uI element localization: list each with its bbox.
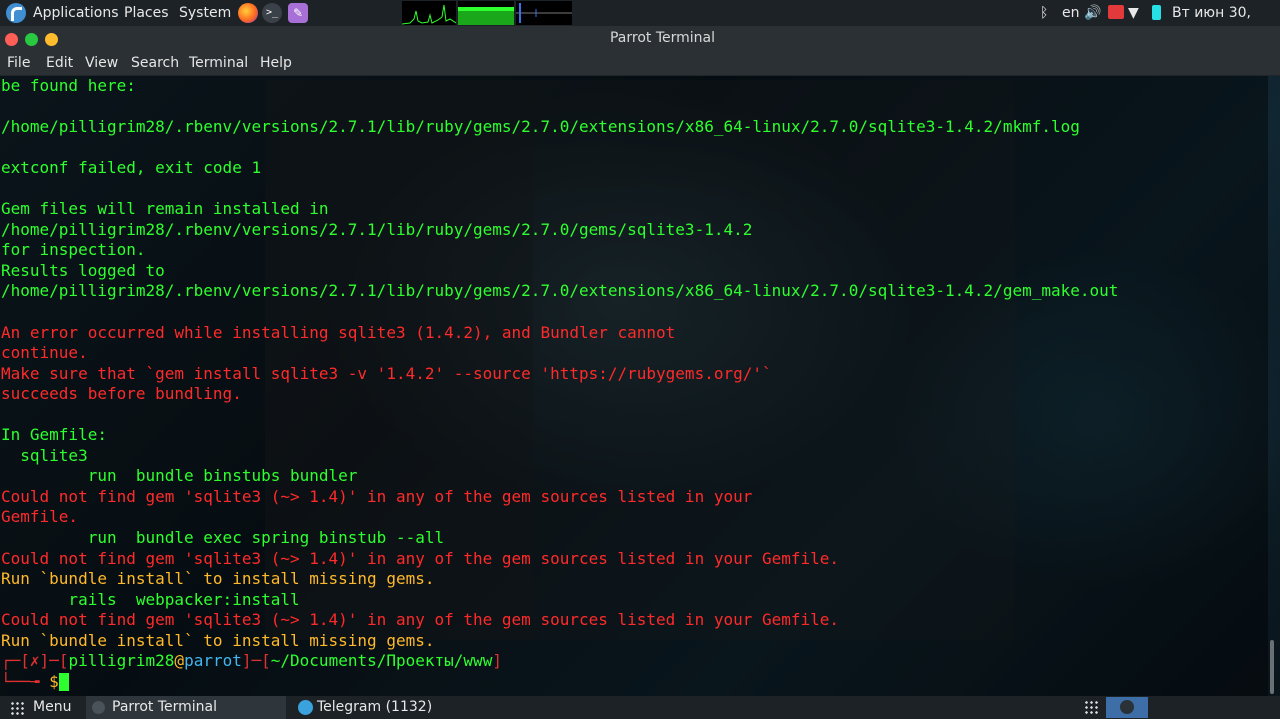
terminal-line: for inspection. (1, 240, 146, 260)
terminal-line: In Gemfile: (1, 425, 107, 445)
menu-view[interactable]: View (85, 51, 118, 75)
show-desktop-icon[interactable] (1084, 700, 1100, 715)
terminal-error-line: Could not find gem 'sqlite3 (~> 1.4)' in… (1, 548, 840, 568)
terminal-line: run bundle exec spring binstub --all (1, 528, 445, 548)
prompt-corner: └──╼ (1, 671, 50, 691)
prompt-at: @ (174, 651, 185, 671)
terminal-output[interactable]: be found here: /home/pilligrim28/.rbenv/… (1, 76, 1267, 692)
memory-monitor-graph (458, 1, 514, 25)
shell-prompt: ┌─[✗]─[pilligrim28@parrot]─[~/Documents/… (1, 651, 1267, 672)
taskbar-item-terminal[interactable]: Parrot Terminal (86, 696, 286, 719)
telegram-icon (298, 700, 313, 715)
terminal-menubar: File Edit View Search Terminal Help (0, 51, 1280, 76)
volume-icon[interactable]: 🔊 (1084, 4, 1101, 22)
terminal-error-line: succeeds before bundling. (1, 384, 242, 404)
terminal-line: sqlite3 (1, 445, 88, 465)
terminal-icon (92, 701, 105, 714)
parrot-logo-icon[interactable] (6, 3, 26, 23)
taskbar-item-label: Telegram (1132) (317, 699, 433, 715)
prompt-bracket: ┌─[ (1, 651, 30, 671)
prompt-user: pilligrim28 (68, 651, 175, 671)
firefox-icon[interactable] (238, 3, 258, 23)
taskbar-item-label: Parrot Terminal (112, 699, 218, 715)
main-menu-label: Menu (33, 699, 72, 715)
text-cursor (58, 673, 69, 692)
menu-grid-icon (10, 701, 25, 715)
window-titlebar[interactable]: Parrot Terminal (0, 26, 1280, 51)
menu-help[interactable]: Help (260, 51, 292, 75)
wifi-icon[interactable]: ▼ (1128, 4, 1139, 22)
terminal-error-line: continue. (1, 343, 88, 363)
terminal-warning-line: Run `bundle install` to install missing … (1, 569, 435, 589)
window-title: Parrot Terminal (609, 30, 716, 46)
menu-file[interactable]: File (7, 51, 30, 75)
terminal-scrollbar[interactable] (1270, 640, 1274, 694)
terminal-line: /home/pilligrim28/.rbenv/versions/2.7.1/… (1, 117, 1080, 137)
main-menu-button[interactable]: Menu (0, 696, 80, 719)
terminal-line: Gem files will remain installed in (1, 199, 329, 219)
workspace-switcher[interactable] (1106, 697, 1148, 718)
shell-input-line[interactable]: └──╼ $ (1, 672, 1267, 693)
network-monitor-graph (516, 1, 572, 25)
terminal-line: extconf failed, exit code 1 (1, 158, 262, 178)
menu-search[interactable]: Search (131, 51, 179, 75)
applications-menu[interactable]: Applications (33, 0, 119, 26)
prompt-bracket: ] (492, 651, 502, 671)
terminal-error-line: Could not find gem 'sqlite3 (~> 1.4)' in… (1, 610, 840, 630)
prompt-host: parrot (184, 651, 242, 671)
prompt-bracket: ]─[ (39, 651, 69, 671)
prompt-path: ~/Documents/Проекты/www (270, 651, 493, 671)
bottom-taskbar: Menu Parrot Terminal Telegram (1132) (0, 696, 1280, 719)
notes-icon[interactable]: ✎ (288, 3, 308, 23)
terminal-line: /home/pilligrim28/.rbenv/versions/2.7.1/… (1, 281, 1119, 301)
prompt-bracket: ]─[ (241, 651, 271, 671)
terminal-line: be found here: (1, 76, 136, 95)
bluetooth-icon[interactable]: ᛒ (1040, 4, 1048, 22)
terminal-icon[interactable]: >_ (262, 3, 282, 23)
taskbar-item-telegram[interactable]: Telegram (1132) (290, 696, 490, 719)
terminal-error-line: Could not find gem 'sqlite3 (~> 1.4)' in… (1, 486, 753, 506)
system-menu[interactable]: System (179, 0, 231, 26)
screenshot-icon[interactable] (1108, 5, 1124, 19)
terminal-error-line: Make sure that `gem install sqlite3 -v '… (1, 363, 772, 383)
terminal-line: run bundle binstubs bundler (1, 466, 358, 486)
clock[interactable]: Вт июн 30, 17:47 (1172, 0, 1280, 47)
terminal-warning-line: Run `bundle install` to install missing … (1, 630, 435, 650)
places-menu[interactable]: Places (124, 0, 169, 26)
menu-edit[interactable]: Edit (46, 51, 73, 75)
terminal-error-line: An error occurred while installing sqlit… (1, 322, 676, 342)
terminal-line: Results logged to (1, 260, 165, 280)
top-panel: Applications Places System >_ ✎ ᛒ en 🔊 ▼… (0, 0, 1280, 47)
battery-icon[interactable] (1152, 5, 1161, 20)
prompt-status: ✗ (29, 651, 40, 671)
terminal-line: rails webpacker:install (1, 589, 300, 609)
menu-terminal[interactable]: Terminal (189, 51, 248, 75)
terminal-error-line: Gemfile. (1, 507, 79, 527)
prompt-symbol: $ (49, 671, 59, 691)
terminal-line: /home/pilligrim28/.rbenv/versions/2.7.1/… (1, 219, 753, 239)
cpu-monitor-graph (402, 1, 456, 25)
keyboard-layout-indicator[interactable]: en (1062, 4, 1080, 22)
